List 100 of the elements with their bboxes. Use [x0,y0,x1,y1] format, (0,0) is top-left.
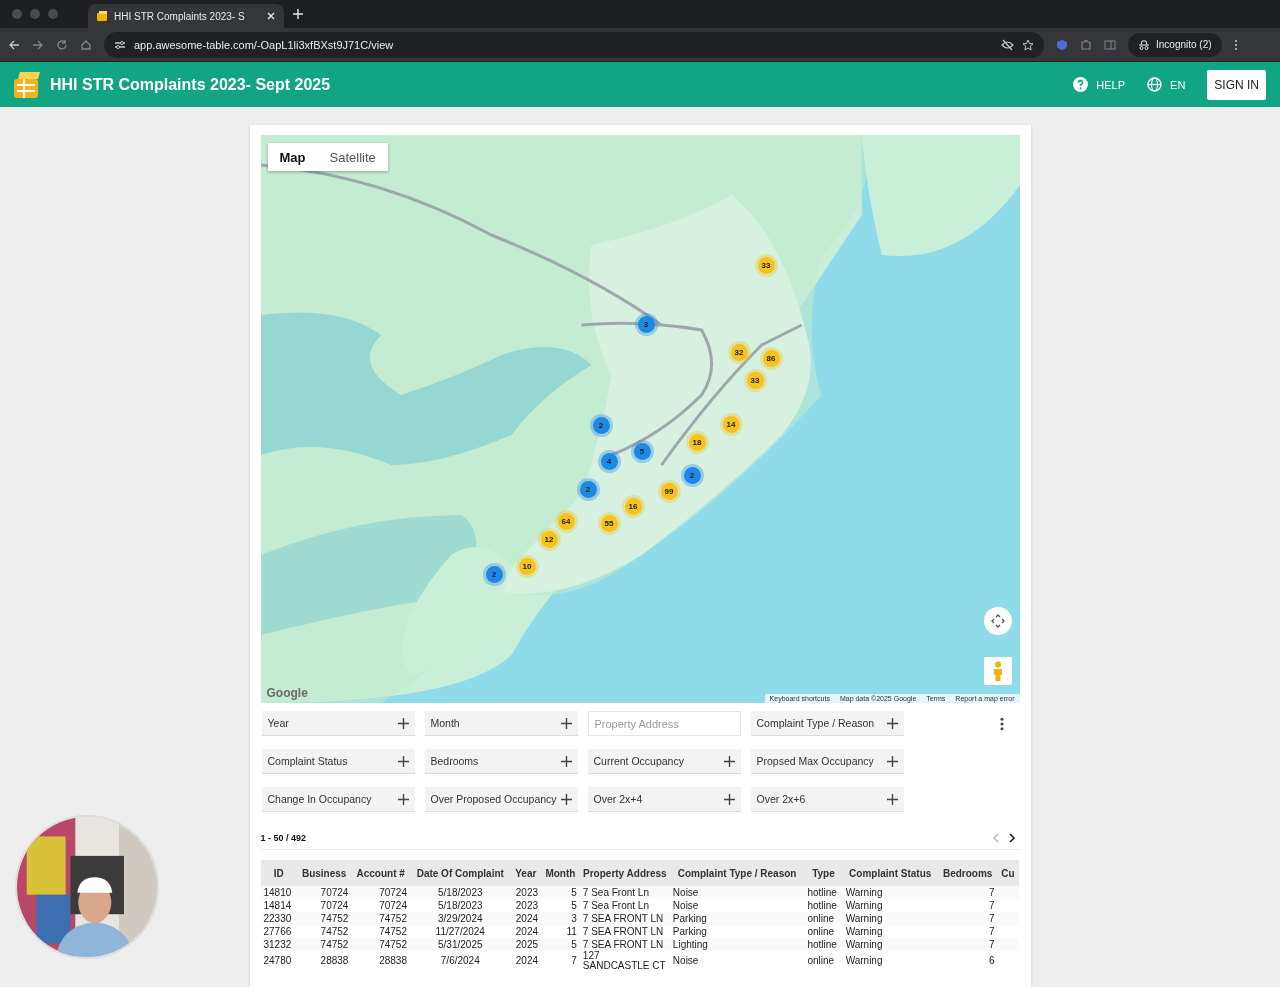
shield-icon[interactable] [1056,38,1068,51]
sign-in-button[interactable]: SIGN IN [1207,69,1266,100]
table-cell: 31232 [260,938,297,951]
table-cell: Warning [842,951,938,971]
back-icon[interactable] [8,38,20,51]
filter-dropdown[interactable]: Current Occupancy [587,749,741,774]
plus-icon [723,755,735,767]
table-cell: 2025 [510,938,541,951]
new-tab-icon[interactable] [292,8,304,20]
filter-dropdown[interactable]: Year [261,711,415,736]
chevron-left-icon [991,832,1000,843]
table-cell: online [804,951,843,971]
filter-dropdown[interactable]: Over 2x+4 [587,787,741,812]
filter-dropdown[interactable]: Complaint Type / Reason [750,711,904,736]
table-cell: online [804,912,843,925]
home-icon[interactable] [80,38,92,51]
map-view-tab[interactable]: Map [267,143,318,171]
table-cell: 127 SANDCASTLE CT [579,951,670,971]
table-cell: 24780 [260,951,297,971]
eye-off-icon[interactable] [1001,38,1014,51]
table-cell: 5 [541,938,580,951]
table-cell: hotline [804,886,843,899]
table-cell: 14810 [260,886,297,899]
table-cell: hotline [804,899,843,912]
column-header[interactable]: Month [541,860,580,886]
pan-arrows-icon [990,614,1005,628]
globe-icon [1147,77,1163,92]
table-cell: 70724 [351,886,410,899]
table-cell: 74752 [351,925,410,938]
table-cell: 11 [541,925,580,938]
map-view-tab[interactable]: Satellite [317,143,388,171]
site-info-icon[interactable] [114,38,126,51]
table-cell: 70724 [296,899,352,912]
table-cell: 7 SEA FRONT LN [579,938,670,951]
table-cell: Warning [842,886,938,899]
table-cell: 70724 [296,886,352,899]
map-logo: Google [266,686,308,700]
plus-icon [886,717,898,729]
table-cell: Lighting [669,938,805,951]
app-logo-icon [96,10,108,22]
column-header[interactable]: Property Address [579,860,670,886]
filter-dropdown[interactable]: Complaint Status [261,749,415,774]
table-cell: 28838 [296,951,352,971]
column-header[interactable]: ID [260,860,297,886]
table-cell: 7 [937,912,998,925]
table-cell: 74752 [296,925,352,938]
table-cell: Warning [842,938,938,951]
app-logo-icon [12,69,42,100]
column-header[interactable]: Business [296,860,352,886]
table-cell: Noise [669,951,805,971]
table-cell: 74752 [296,912,352,925]
reload-icon[interactable] [56,38,68,51]
filter-dropdown[interactable]: Bedrooms [424,749,578,774]
table-cell: Warning [842,925,938,938]
filter-dropdown[interactable]: Over Proposed Occupancy [424,787,578,812]
column-header[interactable]: Complaint Status [842,860,938,886]
pegman-icon [991,661,1004,681]
filter-dropdown[interactable]: Propsed Max Occupancy [750,749,904,774]
plus-icon [397,793,409,805]
column-header[interactable]: Cu [997,860,1019,886]
table-cell: 28838 [351,951,410,971]
close-icon[interactable] [266,11,276,21]
plus-icon [397,755,409,767]
browser-tab[interactable]: HHI STR Complaints 2023- S [88,4,284,28]
filter-dropdown[interactable]: Change In Occupancy [261,787,415,812]
filter-dropdown[interactable]: Over 2x+6 [750,787,904,812]
table-cell: 2024 [510,912,541,925]
table-cell: 3 [541,912,580,925]
column-header[interactable]: Bedrooms [937,860,998,886]
table-cell: Noise [669,886,805,899]
column-header[interactable]: Account # [351,860,410,886]
column-header[interactable]: Complaint Type / Reason [669,860,805,886]
table-cell: Warning [842,899,938,912]
sidebar-icon[interactable] [1104,38,1116,51]
table-cell: 7 [937,899,998,912]
puzzle-icon[interactable] [1080,38,1092,51]
column-header[interactable]: Year [510,860,541,886]
table-cell: 14814 [260,899,297,912]
profile-button[interactable]: Incognito (2) [1128,32,1222,57]
column-header[interactable]: Type [804,860,843,886]
table-cell: online [804,925,843,938]
table-cell: 7 Sea Front Ln [579,886,670,899]
plus-icon [886,793,898,805]
table-cell: 22330 [260,912,297,925]
table-cell: 3/29/2024 [410,912,511,925]
table-cell: 2023 [510,886,541,899]
column-header[interactable]: Date Of Complaint [410,860,511,886]
table-cell: 74752 [351,938,410,951]
pagination-range: 1 - 50 / 492 [260,832,308,843]
filter-dropdown[interactable]: Month [424,711,578,736]
street-view-button[interactable] [983,657,1012,685]
star-icon[interactable] [1022,38,1034,51]
table-cell: 5 [541,886,580,899]
address-bar[interactable]: app.awesome-table.com/-OapL1li3xfBXst9J71C/view [104,31,1044,58]
table-cell: 5/18/2023 [410,886,511,899]
plus-icon [560,755,572,767]
forward-icon[interactable] [32,38,44,51]
search-field[interactable]: Property Address [587,711,741,736]
menu-icon[interactable] [1233,38,1238,51]
table-cell: 5/18/2023 [410,899,511,912]
